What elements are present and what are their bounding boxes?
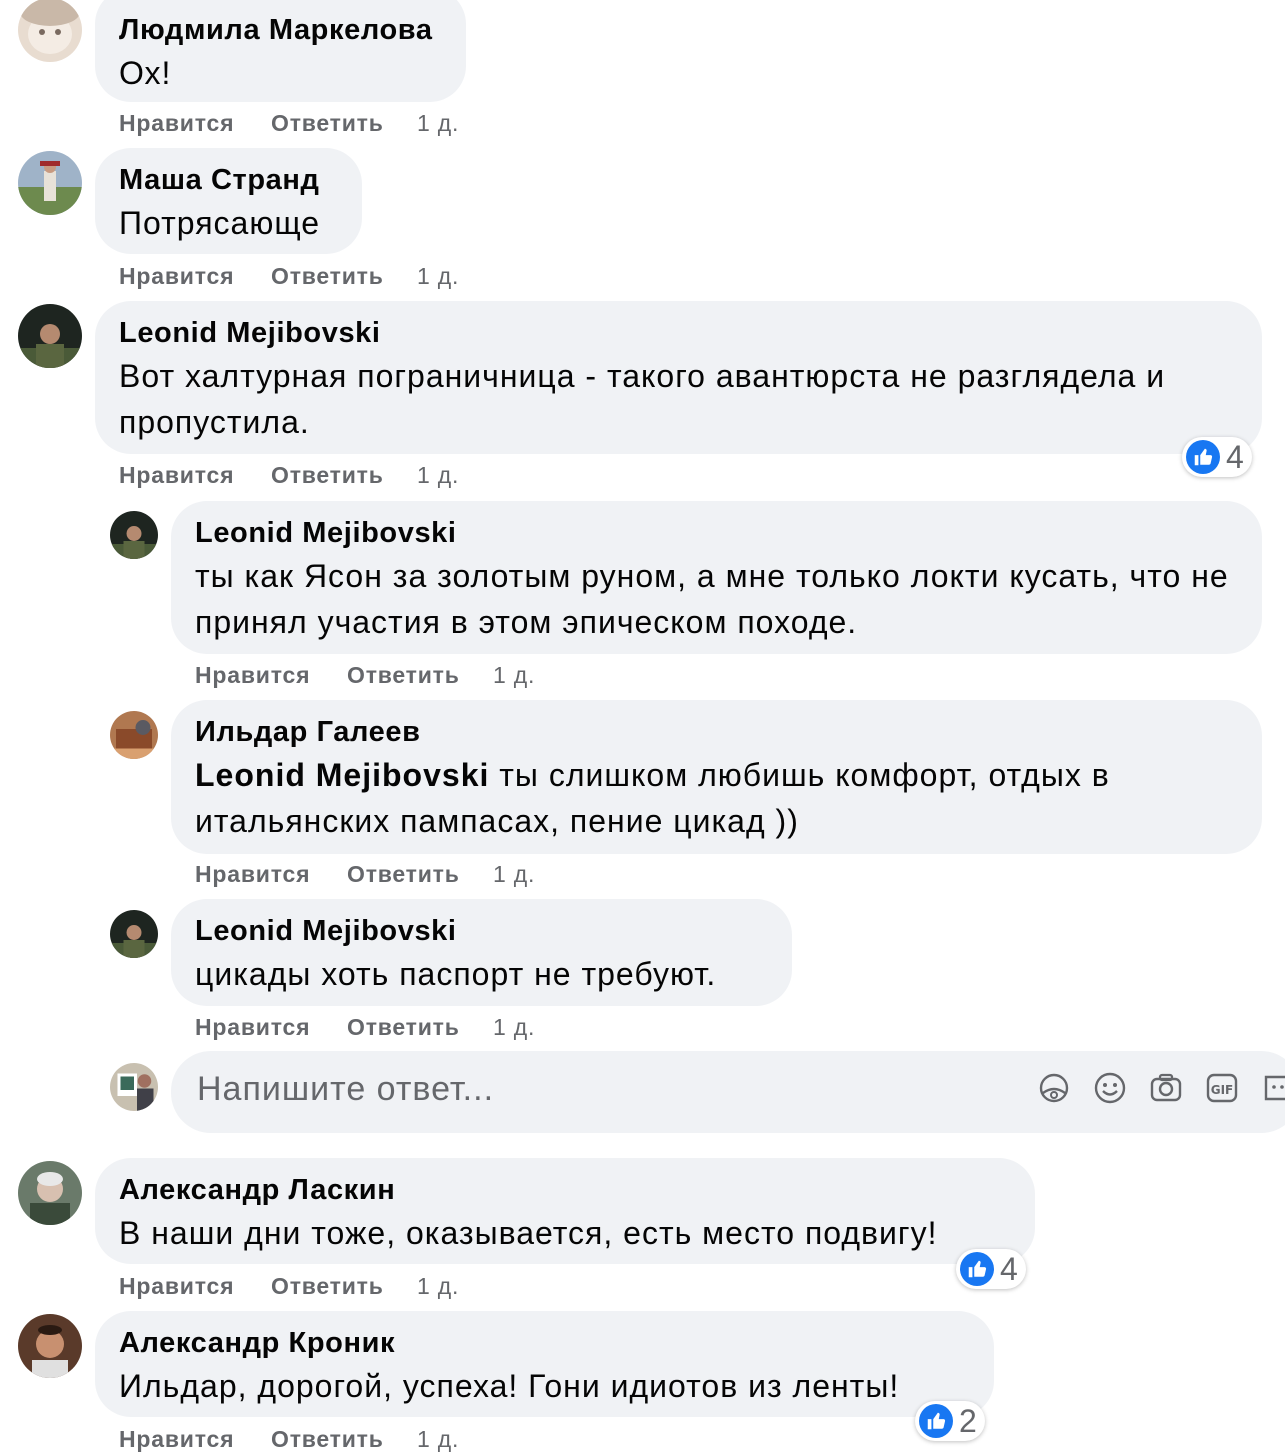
avatar[interactable] [110, 511, 158, 559]
comment-timestamp[interactable]: 1 д. [493, 861, 535, 888]
like-button[interactable]: Нравится [119, 1426, 234, 1453]
avatar[interactable] [18, 1314, 82, 1378]
reply-button[interactable]: Ответить [347, 1014, 460, 1041]
like-icon [1186, 440, 1220, 474]
avatar[interactable] [18, 151, 82, 215]
comment-text: Вот халтурная пограничница - такого аван… [119, 358, 1166, 440]
comment-text: Потрясающе [119, 205, 321, 241]
comment-author[interactable]: Людмила Маркелова [119, 10, 442, 50]
reply-button[interactable]: Ответить [347, 861, 460, 888]
mention-link[interactable]: Leonid Mejibovski [195, 757, 489, 793]
comment-timestamp[interactable]: 1 д. [417, 110, 459, 137]
comment-timestamp[interactable]: 1 д. [493, 1014, 535, 1041]
avatar[interactable] [18, 1161, 82, 1225]
avatar[interactable] [110, 910, 158, 958]
comment-text: Leonid Mejibovski ты слишком любишь комф… [195, 752, 1238, 844]
reply-input-box[interactable]: GIF [171, 1051, 1285, 1133]
comment-bubble: Маша Странд Потрясающе [95, 148, 362, 254]
sticker-icon[interactable] [1261, 1071, 1285, 1105]
camera-icon[interactable] [1149, 1071, 1183, 1105]
like-icon [960, 1252, 994, 1286]
comment-author[interactable]: Leonid Mejibovski [195, 513, 1238, 553]
comment-bubble: Александр Ласкин В наши дни тоже, оказыв… [95, 1158, 1035, 1264]
current-user-avatar[interactable] [110, 1063, 158, 1111]
reply-button[interactable]: Ответить [271, 1273, 384, 1300]
reaction-count: 4 [1226, 439, 1244, 475]
comment-text: Ильдар, дорогой, успеха! Гони идиотов из… [119, 1368, 900, 1404]
comment-bubble: Людмила Маркелова Ох! [95, 0, 466, 102]
comment-bubble: Leonid Mejibovski ты как Ясон за золотым… [171, 501, 1262, 654]
comment-author[interactable]: Ильдар Галеев [195, 712, 1238, 752]
like-button[interactable]: Нравится [119, 462, 234, 489]
reaction-badge[interactable]: 2 [915, 1401, 985, 1441]
comment-timestamp[interactable]: 1 д. [417, 263, 459, 290]
like-button[interactable]: Нравится [119, 110, 234, 137]
reply-button[interactable]: Ответить [271, 263, 384, 290]
reply-button[interactable]: Ответить [271, 462, 384, 489]
comment-text: В наши дни тоже, оказывается, есть место… [119, 1215, 938, 1251]
comment-text: Ох! [119, 55, 172, 91]
reaction-count: 2 [959, 1403, 977, 1439]
comment-timestamp[interactable]: 1 д. [493, 662, 535, 689]
comment-bubble: Ильдар Галеев Leonid Mejibovski ты слишк… [171, 700, 1262, 854]
reply-input[interactable] [195, 1069, 1019, 1110]
like-button[interactable]: Нравится [119, 1273, 234, 1300]
comment-timestamp[interactable]: 1 д. [417, 462, 459, 489]
like-button[interactable]: Нравится [119, 263, 234, 290]
comment-author[interactable]: Leonid Mejibovski [195, 911, 768, 951]
comment-text: ты как Ясон за золотым руном, а мне толь… [195, 558, 1229, 640]
comment-text: цикады хоть паспорт не требуют. [195, 956, 717, 992]
comment-timestamp[interactable]: 1 д. [417, 1426, 459, 1453]
comment-author[interactable]: Александр Кроник [119, 1323, 970, 1363]
avatar[interactable] [18, 304, 82, 368]
like-icon [919, 1404, 953, 1438]
reply-button[interactable]: Ответить [271, 110, 384, 137]
like-button[interactable]: Нравится [195, 662, 310, 689]
avatar[interactable] [18, 0, 82, 62]
reaction-badge[interactable]: 4 [956, 1249, 1026, 1289]
gif-icon[interactable]: GIF [1205, 1071, 1239, 1105]
comment-author[interactable]: Маша Странд [119, 160, 338, 200]
comment-author[interactable]: Александр Ласкин [119, 1170, 1011, 1210]
comment-bubble: Leonid Mejibovski Вот халтурная погранич… [95, 301, 1262, 454]
like-button[interactable]: Нравится [195, 861, 310, 888]
comment-bubble: Leonid Mejibovski цикады хоть паспорт не… [171, 899, 792, 1006]
svg-text:GIF: GIF [1211, 1083, 1234, 1097]
reaction-count: 4 [1000, 1251, 1018, 1287]
comment-timestamp[interactable]: 1 д. [417, 1273, 459, 1300]
like-button[interactable]: Нравится [195, 1014, 310, 1041]
reaction-badge[interactable]: 4 [1182, 437, 1252, 477]
avatar-sticker-icon[interactable] [1037, 1071, 1071, 1105]
reply-button[interactable]: Ответить [271, 1426, 384, 1453]
emoji-icon[interactable] [1093, 1071, 1127, 1105]
comment-author[interactable]: Leonid Mejibovski [119, 313, 1238, 353]
reply-button[interactable]: Ответить [347, 662, 460, 689]
comment-bubble: Александр Кроник Ильдар, дорогой, успеха… [95, 1311, 994, 1417]
avatar[interactable] [110, 711, 158, 759]
